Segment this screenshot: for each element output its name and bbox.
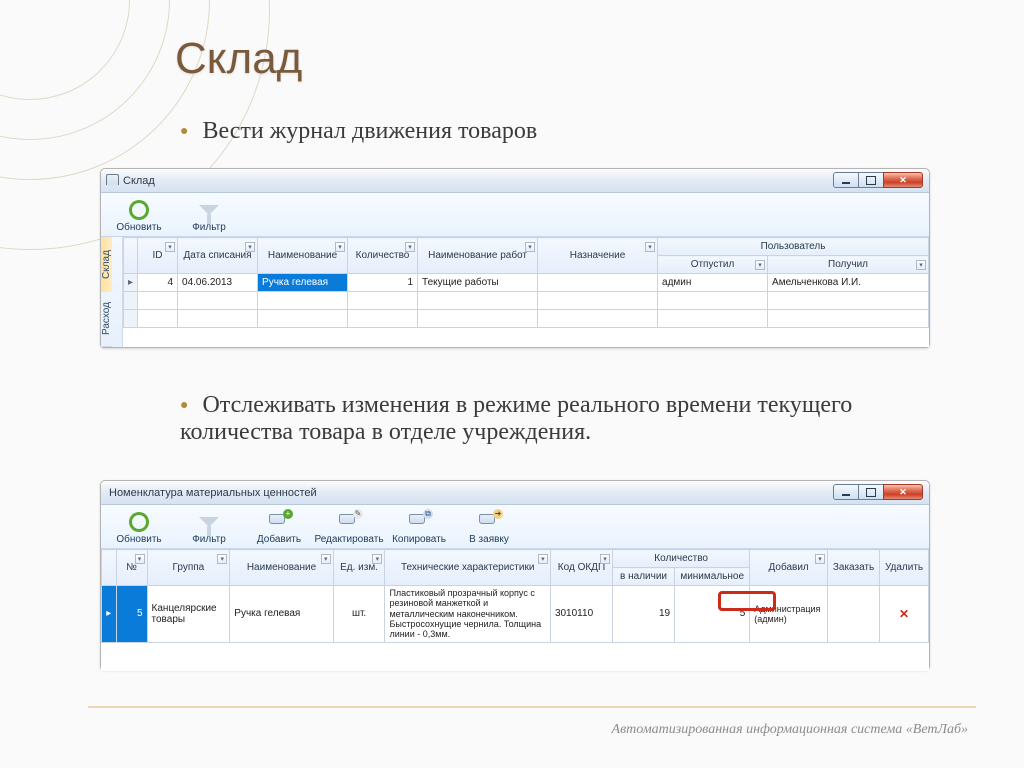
col-name[interactable]: Наименование▾ <box>230 550 333 586</box>
row-selector-header[interactable] <box>124 238 138 274</box>
minimize-button[interactable] <box>833 484 859 500</box>
cell-qty-have[interactable]: 19 <box>613 586 675 643</box>
cell-purpose[interactable] <box>538 274 658 292</box>
col-released[interactable]: Отпустил▾ <box>658 256 768 274</box>
table-row[interactable] <box>124 310 929 328</box>
col-order[interactable]: Заказать <box>828 550 880 586</box>
col-okdp[interactable]: Код ОКДП▾ <box>550 550 612 586</box>
col-id[interactable]: ID▾ <box>138 238 178 274</box>
cell-tech[interactable]: Пластиковый прозрачный корпус с резиново… <box>385 586 551 643</box>
warehouse-icon <box>106 174 119 185</box>
row-indicator[interactable]: ▸ <box>102 586 117 643</box>
cart-edit-icon: ✎ <box>337 511 361 533</box>
refresh-label: Обновить <box>116 222 161 233</box>
chevron-down-icon[interactable]: ▾ <box>165 242 175 252</box>
add-button[interactable]: + Добавить <box>249 509 309 546</box>
window-warehouse: Склад Обновить Фильтр Склад Расход <box>100 168 930 348</box>
col-qty-group[interactable]: Количество <box>613 550 750 568</box>
bullet-goods-journal: Вести журнал движения товаров <box>180 118 537 151</box>
col-qty-min[interactable]: минимальное <box>675 568 750 586</box>
funnel-icon <box>199 205 219 215</box>
col-no[interactable]: №▾ <box>116 550 147 586</box>
refresh-button[interactable]: Обновить <box>109 197 169 234</box>
cell-id[interactable]: 4 <box>138 274 178 292</box>
table-row[interactable]: ▸ 5 Канцелярские товары Ручка гелевая шт… <box>102 586 929 643</box>
cell-no[interactable]: 5 <box>116 586 147 643</box>
col-date[interactable]: Дата списания▾ <box>178 238 258 274</box>
cell-released[interactable]: админ <box>658 274 768 292</box>
col-delete[interactable]: Удалить <box>880 550 929 586</box>
filter-button[interactable]: Фильтр <box>179 509 239 546</box>
refresh-icon <box>127 199 151 221</box>
cell-received[interactable]: Амельченкова И.И. <box>768 274 929 292</box>
window-nomenclature: Номенклатура материальных ценностей Обно… <box>100 480 930 670</box>
cart-plus-icon: + <box>267 511 291 533</box>
window-titlebar[interactable]: Склад <box>101 169 929 193</box>
funnel-icon <box>199 517 219 527</box>
col-name[interactable]: Наименование▾ <box>258 238 348 274</box>
window-titlebar[interactable]: Номенклатура материальных ценностей <box>101 481 929 505</box>
table-row[interactable]: ▸ 4 04.06.2013 Ручка гелевая 1 Текущие р… <box>124 274 929 292</box>
footer-divider <box>88 706 976 708</box>
delete-row-button[interactable]: ✕ <box>880 586 929 643</box>
footer-text: Автоматизированная информационная систем… <box>612 722 968 738</box>
copy-button[interactable]: ⧉ Копировать <box>389 509 449 546</box>
minimize-button[interactable] <box>833 172 859 188</box>
col-unit[interactable]: Ед. изм.▾ <box>333 550 385 586</box>
col-user-group[interactable]: Пользователь <box>658 238 929 256</box>
cell-works[interactable]: Текущие работы <box>418 274 538 292</box>
col-received[interactable]: Получил▾ <box>768 256 929 274</box>
delete-icon: ✕ <box>899 607 909 621</box>
col-tech[interactable]: Технические характеристики▾ <box>385 550 551 586</box>
cell-unit[interactable]: шт. <box>333 586 385 643</box>
page-title: Склад <box>175 34 302 84</box>
table-row[interactable] <box>124 292 929 310</box>
close-button[interactable] <box>883 172 923 188</box>
col-qty-have[interactable]: в наличии <box>613 568 675 586</box>
maximize-button[interactable] <box>858 484 884 500</box>
col-purpose[interactable]: Назначение▾ <box>538 238 658 274</box>
cell-name[interactable]: Ручка гелевая <box>230 586 333 643</box>
col-works[interactable]: Наименование работ▾ <box>418 238 538 274</box>
bullet-realtime-qty: Отслеживать изменения в режиме реального… <box>180 392 920 452</box>
maximize-button[interactable] <box>858 172 884 188</box>
tab-expense[interactable]: Расход <box>101 292 112 347</box>
request-button[interactable]: ➜ В заявку <box>459 509 519 546</box>
cart-copy-icon: ⧉ <box>407 511 431 533</box>
cart-request-icon: ➜ <box>477 511 501 533</box>
tab-warehouse[interactable]: Склад <box>101 237 112 292</box>
toolbar: Обновить Фильтр <box>101 193 929 237</box>
nomenclature-grid[interactable]: №▾ Группа▾ Наименование▾ Ед. изм.▾ Техни… <box>101 549 929 643</box>
window-title: Номенклатура материальных ценностей <box>101 487 317 499</box>
row-selector-header[interactable] <box>102 550 117 586</box>
edit-button[interactable]: ✎ Редактировать <box>319 509 379 546</box>
cell-group[interactable]: Канцелярские товары <box>147 586 230 643</box>
close-button[interactable] <box>883 484 923 500</box>
refresh-icon <box>127 511 151 533</box>
warehouse-grid[interactable]: ID▾ Дата списания▾ Наименование▾ Количес… <box>123 237 929 328</box>
cell-qty-min[interactable]: 5 <box>675 586 750 643</box>
col-qty[interactable]: Количество▾ <box>348 238 418 274</box>
cell-added-by[interactable]: Администрация (админ) <box>750 586 828 643</box>
toolbar: Обновить Фильтр + Добавить ✎ Редактирова… <box>101 505 929 549</box>
col-group[interactable]: Группа▾ <box>147 550 230 586</box>
cell-order[interactable] <box>828 586 880 643</box>
cell-qty[interactable]: 1 <box>348 274 418 292</box>
col-added-by[interactable]: Добавил▾ <box>750 550 828 586</box>
vertical-tab-rail: Склад Расход <box>101 237 123 347</box>
cell-name[interactable]: Ручка гелевая <box>258 274 348 292</box>
refresh-button[interactable]: Обновить <box>109 509 169 546</box>
cell-okdp[interactable]: 3010110 <box>550 586 612 643</box>
row-indicator[interactable]: ▸ <box>124 274 138 292</box>
filter-button[interactable]: Фильтр <box>179 197 239 234</box>
cell-date[interactable]: 04.06.2013 <box>178 274 258 292</box>
